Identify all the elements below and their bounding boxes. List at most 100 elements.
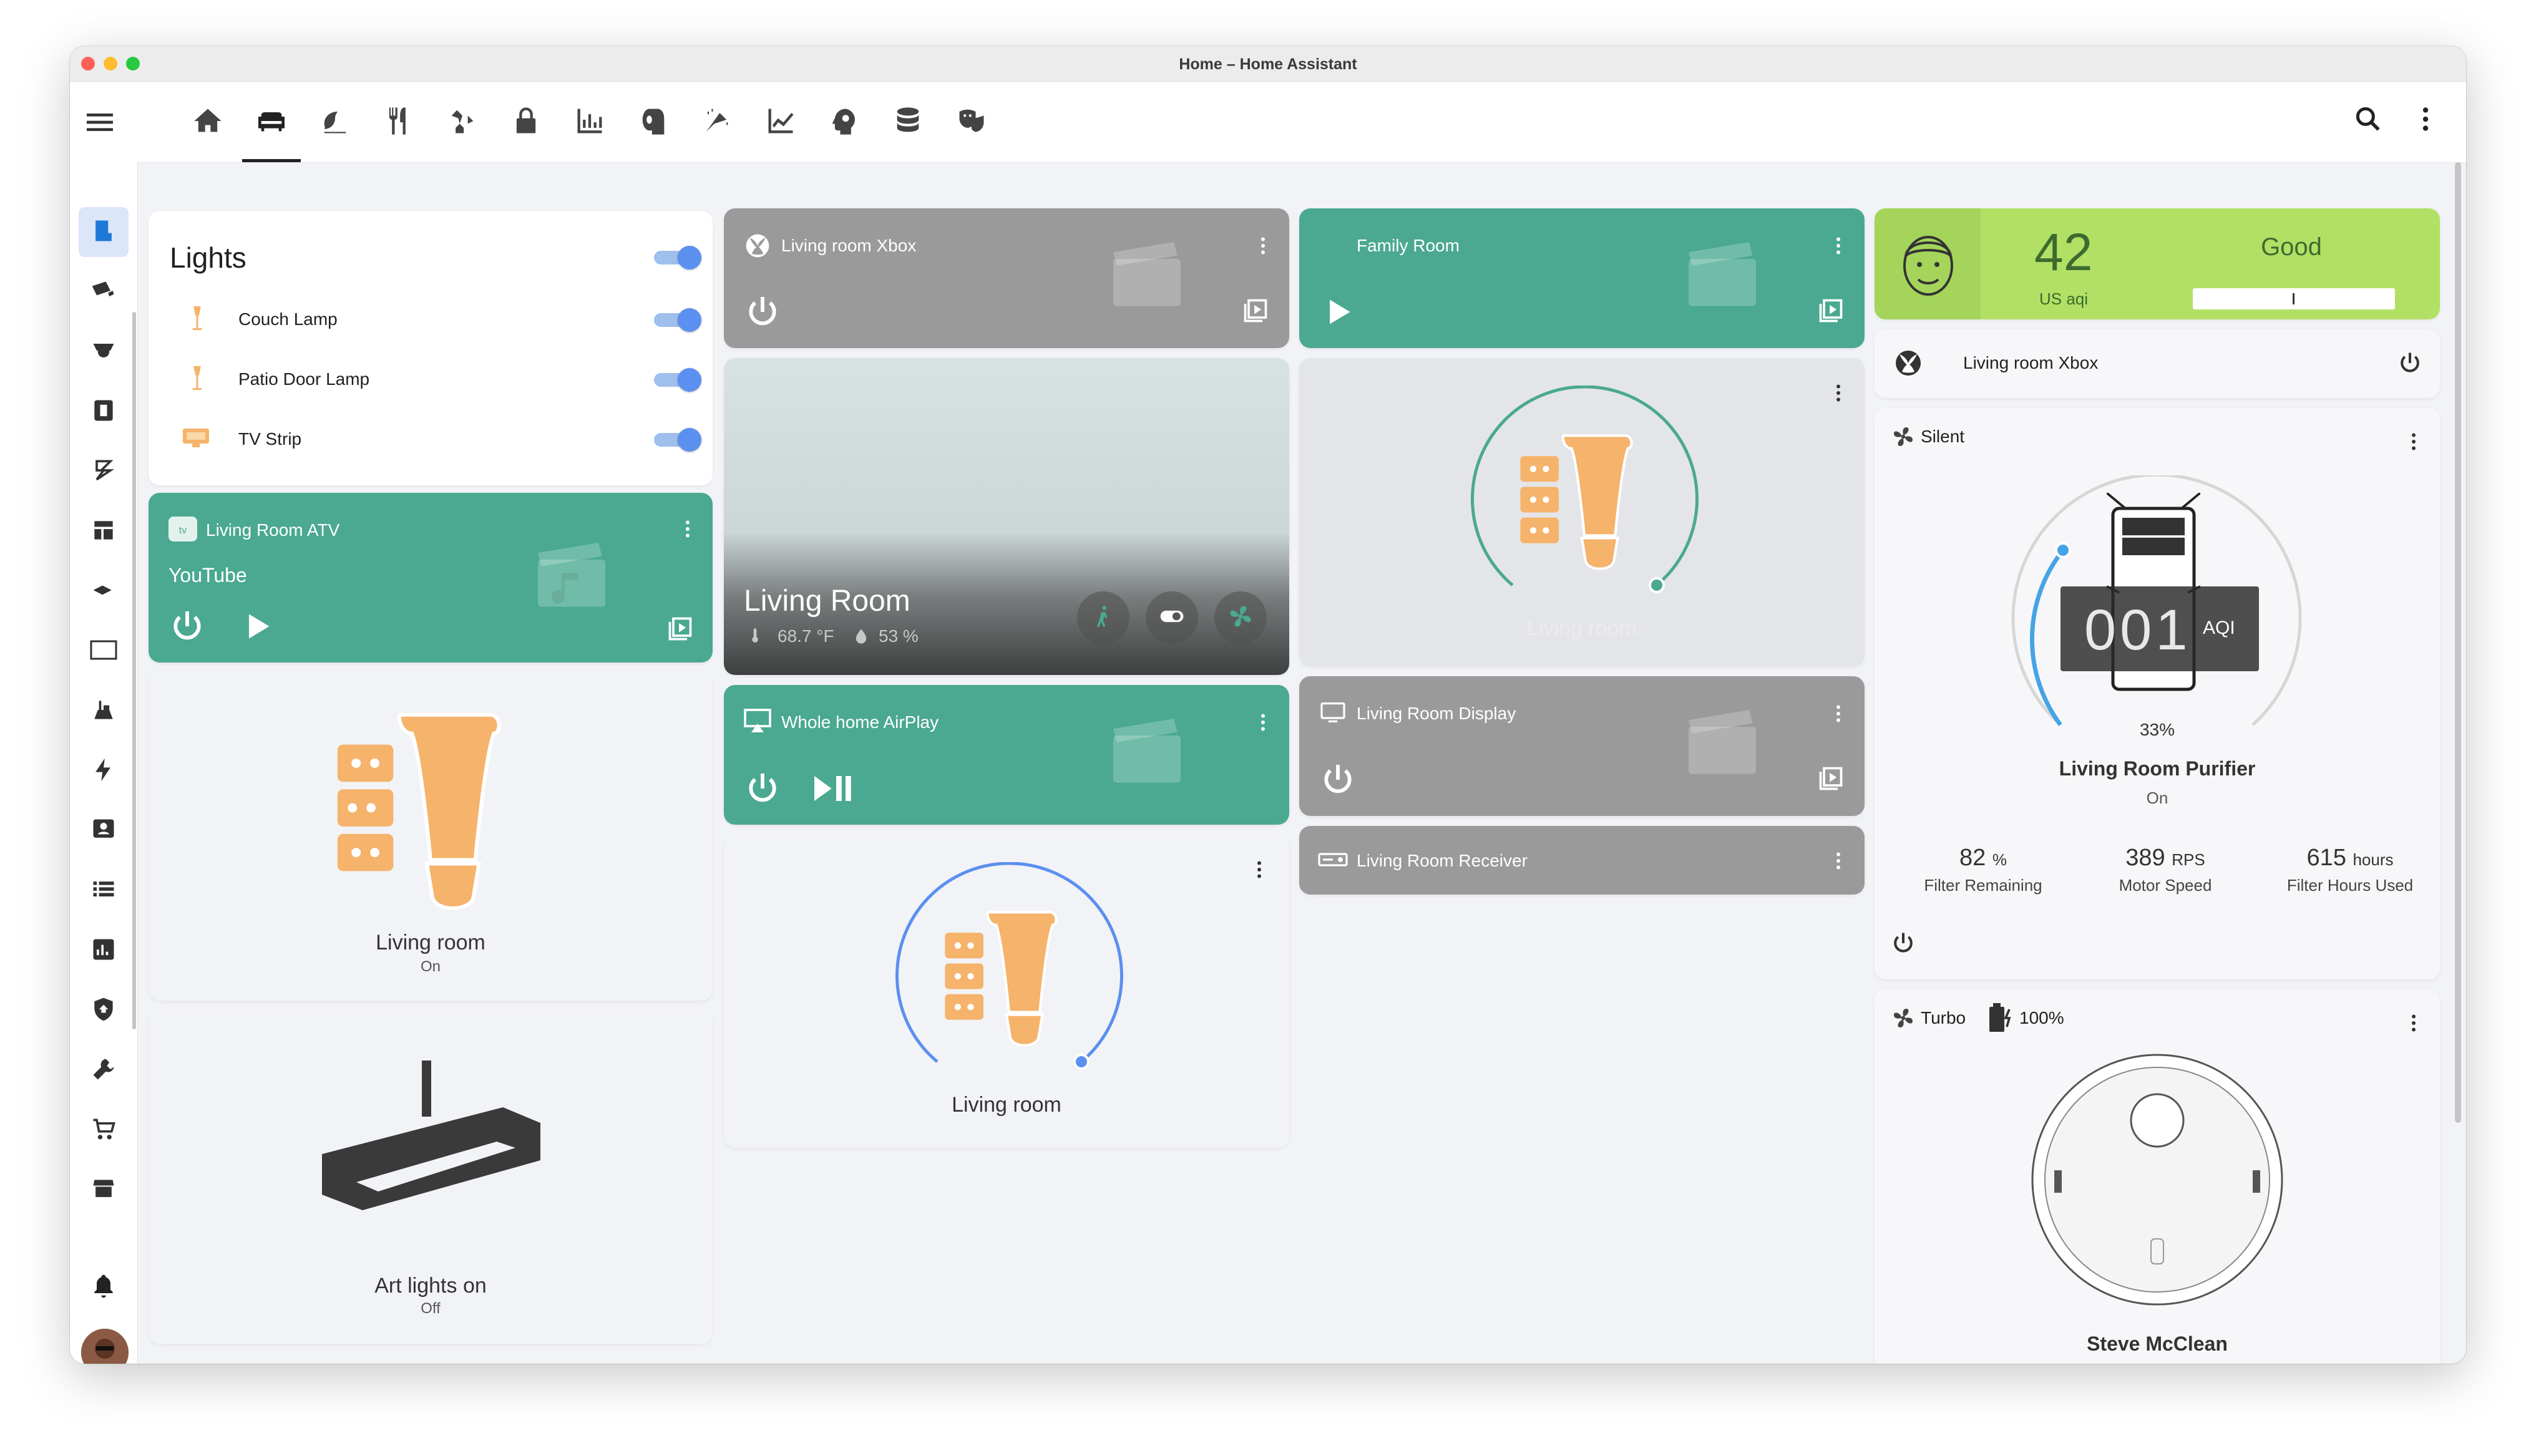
- vacuum-battery: 100%: [2019, 1008, 2064, 1027]
- atv-more-menu-icon[interactable]: [676, 512, 699, 546]
- media-browse-icon[interactable]: [1242, 297, 1269, 328]
- media-browse-icon[interactable]: [666, 615, 694, 646]
- purifier-more-menu-icon[interactable]: [2402, 424, 2425, 459]
- dial-more-menu-icon[interactable]: [1248, 852, 1270, 887]
- dial-2-light-name: Living room: [1527, 616, 1637, 640]
- vacuum-more-menu-icon[interactable]: [2402, 1006, 2425, 1041]
- sidebar-item-developer-tools[interactable]: [79, 1046, 129, 1095]
- area-card-living-room[interactable]: Living Room 68.7 °F 53 %: [724, 358, 1289, 675]
- tab-living-room[interactable]: [240, 82, 303, 162]
- sidebar-item-doorbell[interactable]: [79, 327, 129, 377]
- search-icon[interactable]: [2353, 104, 2384, 138]
- airplay-media-card[interactable]: Whole home AirPlay: [724, 685, 1289, 825]
- minimize-window-button[interactable]: [104, 57, 117, 70]
- content-scrollbar[interactable]: [2455, 162, 2461, 1123]
- fan-icon: [1227, 603, 1254, 633]
- tab-office[interactable]: [431, 82, 494, 162]
- living-room-light-card[interactable]: Living room On: [149, 670, 713, 1001]
- air-purifier-card[interactable]: Silent 001 AQI 33% Living Room Purifier …: [1875, 408, 2440, 979]
- vacuum-name: Steve McClean: [2087, 1332, 2228, 1355]
- overflow-menu-icon[interactable]: [2410, 104, 2441, 138]
- silverware-icon: [383, 105, 415, 140]
- sidebar-scrollbar[interactable]: [132, 312, 136, 1029]
- xbox-media-card[interactable]: Living room Xbox: [724, 208, 1289, 348]
- area-motion-button[interactable]: [1077, 591, 1129, 644]
- area-switch-button[interactable]: [1146, 591, 1198, 644]
- tab-history[interactable]: [749, 82, 812, 162]
- power-icon[interactable]: [1318, 760, 1358, 803]
- sidebar-item-notifications[interactable]: [79, 1263, 129, 1313]
- tab-automation[interactable]: [812, 82, 876, 162]
- xbox-entity-card[interactable]: Living room Xbox: [1875, 329, 2440, 398]
- art-lights-card[interactable]: Art lights on Off: [149, 1012, 713, 1344]
- xbox-more-menu-icon[interactable]: [1252, 228, 1274, 263]
- sidebar-item-zigbee[interactable]: [79, 447, 129, 497]
- xbox-icon: [1893, 348, 1923, 381]
- zoom-window-button[interactable]: [126, 57, 140, 70]
- sidebar-item-frame[interactable]: [79, 626, 129, 676]
- play-pause-icon[interactable]: [811, 770, 855, 810]
- sidebar-item-calendar[interactable]: [79, 507, 129, 556]
- sidebar-item-cameras[interactable]: [79, 267, 129, 317]
- atv-app-name: YouTube: [168, 564, 247, 586]
- family-room-title: Family Room: [1357, 236, 1460, 255]
- tab-entertainment[interactable]: [940, 82, 1003, 162]
- sidebar-item-energy[interactable]: [79, 746, 129, 796]
- receiver-more-menu-icon[interactable]: [1827, 843, 1850, 878]
- avatar[interactable]: [81, 1329, 129, 1364]
- tab-shower[interactable]: [685, 82, 749, 162]
- family-room-media-card[interactable]: Family Room: [1299, 208, 1865, 348]
- sidebar-item-vacuum[interactable]: [79, 686, 129, 736]
- living-room-dial-card-2[interactable]: Living room: [1299, 358, 1865, 666]
- media-browse-icon[interactable]: [1817, 297, 1845, 328]
- tab-security[interactable]: [494, 82, 558, 162]
- power-icon[interactable]: [1890, 929, 1917, 960]
- sidebar-item-logbook[interactable]: [79, 866, 129, 916]
- receiver-media-card[interactable]: Living Room Receiver: [1299, 826, 1865, 895]
- tab-bedroom[interactable]: [303, 82, 367, 162]
- power-icon[interactable]: [2396, 349, 2424, 380]
- toilet-paper-icon: [637, 105, 670, 140]
- power-icon[interactable]: [743, 292, 783, 335]
- atv-title: Living Room ATV: [206, 520, 340, 540]
- robot-vacuum-icon: [90, 696, 117, 727]
- tab-bathroom[interactable]: [622, 82, 685, 162]
- living-room-dial-card[interactable]: Living room: [724, 835, 1289, 1148]
- air-quality-card[interactable]: 42 US aqi Good: [1875, 208, 2440, 319]
- light-label-patio-door-lamp: Patio Door Lamp: [238, 369, 370, 389]
- vacuum-card[interactable]: Turbo 100% Steve McClean Charging: [1875, 989, 2440, 1364]
- area-temperature: 68.7 °F: [778, 626, 834, 646]
- battery-charging-icon: [1984, 1002, 2014, 1037]
- sidebar-item-people[interactable]: [79, 806, 129, 856]
- family-room-more-menu-icon[interactable]: [1827, 228, 1850, 263]
- sidebar-item-hacs[interactable]: [79, 1165, 129, 1215]
- display-more-menu-icon[interactable]: [1827, 696, 1850, 731]
- close-window-button[interactable]: [81, 57, 95, 70]
- light-label-couch-lamp: Couch Lamp: [238, 309, 338, 329]
- media-browse-icon[interactable]: [1817, 765, 1845, 795]
- tab-home[interactable]: [176, 82, 240, 162]
- power-icon[interactable]: [743, 769, 783, 812]
- sidebar-item-network[interactable]: [79, 566, 129, 616]
- lights-master-toggle[interactable]: [654, 246, 701, 269]
- tab-energy[interactable]: [558, 82, 622, 162]
- sidebar-item-media[interactable]: [79, 387, 129, 437]
- sidebar-item-overview[interactable]: [79, 207, 129, 257]
- tv-strip-toggle[interactable]: [654, 428, 701, 452]
- area-fan-button[interactable]: [1214, 591, 1267, 644]
- sidebar-item-security[interactable]: [79, 986, 129, 1036]
- couch-lamp-toggle[interactable]: [654, 308, 701, 332]
- patio-door-lamp-toggle[interactable]: [654, 368, 701, 392]
- sidebar-item-history[interactable]: [79, 926, 129, 976]
- dial-2-more-menu-icon[interactable]: [1827, 376, 1850, 410]
- airplay-more-menu-icon[interactable]: [1252, 705, 1274, 740]
- power-icon[interactable]: [167, 606, 207, 649]
- atv-media-card[interactable]: tv Living Room ATV YouTube: [149, 493, 713, 662]
- tab-database[interactable]: [876, 82, 940, 162]
- display-media-card[interactable]: Living Room Display: [1299, 676, 1865, 816]
- sidebar-item-shopping-list[interactable]: [79, 1105, 129, 1155]
- play-icon[interactable]: [1322, 296, 1354, 331]
- tab-kitchen[interactable]: [367, 82, 431, 162]
- menu-icon[interactable]: [82, 105, 117, 140]
- play-icon[interactable]: [241, 610, 273, 646]
